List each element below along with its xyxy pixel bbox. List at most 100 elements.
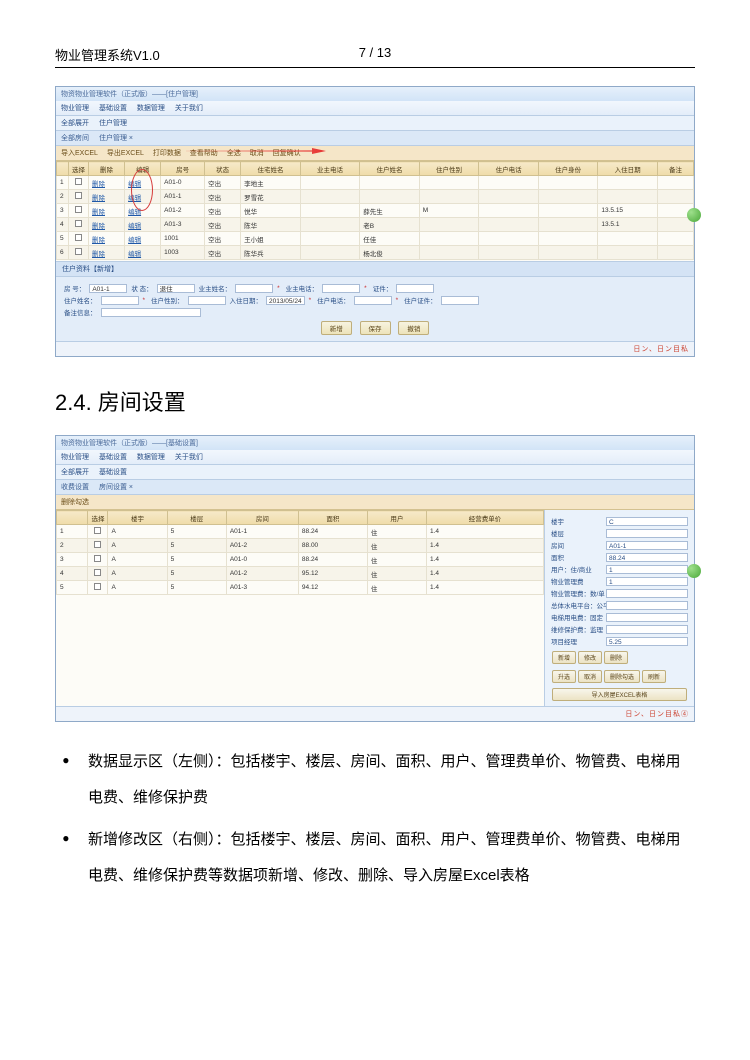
form-row: 楼层 [551,528,688,538]
field-label: 项目经理 [551,636,606,646]
delete-link[interactable]: 删除 [89,204,125,218]
menu-property[interactable]: 物业管理 [61,105,89,112]
btn-升选[interactable]: 升选 [552,670,576,683]
checkbox[interactable] [75,248,82,255]
label-id: 证件： [373,283,393,293]
column-header: 楼宇 [108,511,167,525]
btn-新增[interactable]: 新增 [552,651,576,664]
delete-link[interactable]: 删除 [89,190,125,204]
checkbox[interactable] [94,541,101,548]
column-header: 住户姓名 [360,162,420,176]
floating-widget-icon[interactable] [687,564,701,578]
field-input[interactable] [606,613,688,622]
toolbar-tenant[interactable]: 住户管理 [99,120,127,127]
form-row: 面积88.24 [551,552,688,562]
checkbox[interactable] [94,527,101,534]
column-header: 经营费单价 [427,511,544,525]
checkbox[interactable] [75,192,82,199]
btn-revert[interactable]: 撤销 [398,321,429,335]
checkbox[interactable] [94,555,101,562]
input-res-sex[interactable] [188,296,226,305]
toolbar-expand[interactable]: 全部展开 [61,120,89,127]
input-owner[interactable] [235,284,273,293]
btn-import-excel[interactable]: 导入EXCEL [61,150,98,157]
edit-link[interactable]: 编辑 [125,204,161,218]
menu-about[interactable]: 关于我们 [175,105,203,112]
section-heading: 2.4. 房间设置 [55,385,695,417]
floating-widget-icon[interactable] [687,208,701,222]
toolbar-basic[interactable]: 基础设置 [99,469,127,476]
menu-basic[interactable]: 基础设置 [99,105,127,112]
checkbox[interactable] [75,234,82,241]
column-header: 面积 [298,511,367,525]
btn-add[interactable]: 新增 [321,321,352,335]
tab-room-setting[interactable]: 房间设置 × [99,484,133,491]
field-input[interactable] [606,589,688,598]
btn-save[interactable]: 保存 [360,321,391,335]
btn-delete-checked[interactable]: 删除勾选 [61,499,89,506]
btn-import-excel-wide[interactable]: 导入房屋EXCEL表格 [552,688,687,701]
column-header: 业主电话 [300,162,360,176]
checkbox[interactable] [75,206,82,213]
field-input[interactable]: C [606,517,688,526]
field-input[interactable]: 5.25 [606,637,688,646]
input-state[interactable]: 退住 [157,284,195,293]
menu-property[interactable]: 物业管理 [61,454,89,461]
field-input[interactable] [606,529,688,538]
field-input[interactable] [606,601,688,610]
btn-取消[interactable]: 取消 [578,670,602,683]
form-row: 项目经理5.25 [551,636,688,646]
input-room[interactable]: A01-1 [89,284,127,293]
btn-修改[interactable]: 修改 [578,651,602,664]
screenshot-tenant-management: 物资物业管理软件（正式版）——[住户管理] 物业管理 基础设置 数据管理 关于我… [55,86,695,357]
table-row: 3删除编辑A01-2空出悦华薛先生M13.5.15 [57,204,694,218]
menu-basic[interactable]: 基础设置 [99,454,127,461]
window-titlebar: 物资物业管理软件（正式版）——[基础设置] [56,436,694,450]
checkbox[interactable] [75,178,82,185]
menu-data[interactable]: 数据管理 [137,454,165,461]
field-label: 面积 [551,552,606,562]
btn-print[interactable]: 打印数据 [153,150,181,157]
checkbox[interactable] [94,569,101,576]
input-remark[interactable] [101,308,201,317]
input-in-date[interactable]: 2013/05/24 [266,296,305,305]
field-input[interactable]: 1 [606,577,688,586]
input-id[interactable] [396,284,434,293]
edit-link[interactable]: 编辑 [125,190,161,204]
delete-link[interactable]: 删除 [89,218,125,232]
input-res-phone[interactable] [354,296,392,305]
menu-data[interactable]: 数据管理 [137,105,165,112]
delete-link[interactable]: 删除 [89,176,125,190]
input-res-name[interactable] [101,296,139,305]
description-list: 数据显示区（左侧）：包括楼宇、楼层、房间、面积、用户、管理费单价、物管费、电梯用… [55,744,695,894]
table-row: 4A5A01-295.12住1.4 [57,567,544,581]
tab-fee-setting[interactable]: 收费设置 [61,484,89,491]
input-owner-phone[interactable] [322,284,360,293]
menu-about[interactable]: 关于我们 [175,454,203,461]
required-icon: * [277,285,280,292]
btn-export-excel[interactable]: 导出EXCEL [107,150,144,157]
edit-link[interactable]: 编辑 [125,246,161,260]
btn-刷新[interactable]: 刷新 [642,670,666,683]
checkbox[interactable] [75,220,82,227]
field-label: 房间 [551,540,606,550]
toolbar-expand[interactable]: 全部展开 [61,469,89,476]
delete-link[interactable]: 删除 [89,232,125,246]
required-icon: * [364,285,367,292]
edit-link[interactable]: 编辑 [125,176,161,190]
edit-link[interactable]: 编辑 [125,218,161,232]
delete-link[interactable]: 删除 [89,246,125,260]
tab-tenant[interactable]: 住户管理 × [99,135,133,142]
field-input[interactable]: 88.24 [606,553,688,562]
field-input[interactable] [606,625,688,634]
checkbox[interactable] [94,583,101,590]
field-input[interactable]: A01-1 [606,541,688,550]
edit-link[interactable]: 编辑 [125,232,161,246]
screenshot-room-settings: 物资物业管理软件（正式版）——[基础设置] 物业管理 基础设置 数据管理 关于我… [55,435,695,722]
tab-all-rooms[interactable]: 全部房间 [61,135,89,142]
btn-删除[interactable]: 删除 [604,651,628,664]
input-res-id[interactable] [441,296,479,305]
column-header: 住户电话 [479,162,539,176]
btn-删除勾选[interactable]: 删除勾选 [604,670,640,683]
field-input[interactable]: 1 [606,565,688,574]
